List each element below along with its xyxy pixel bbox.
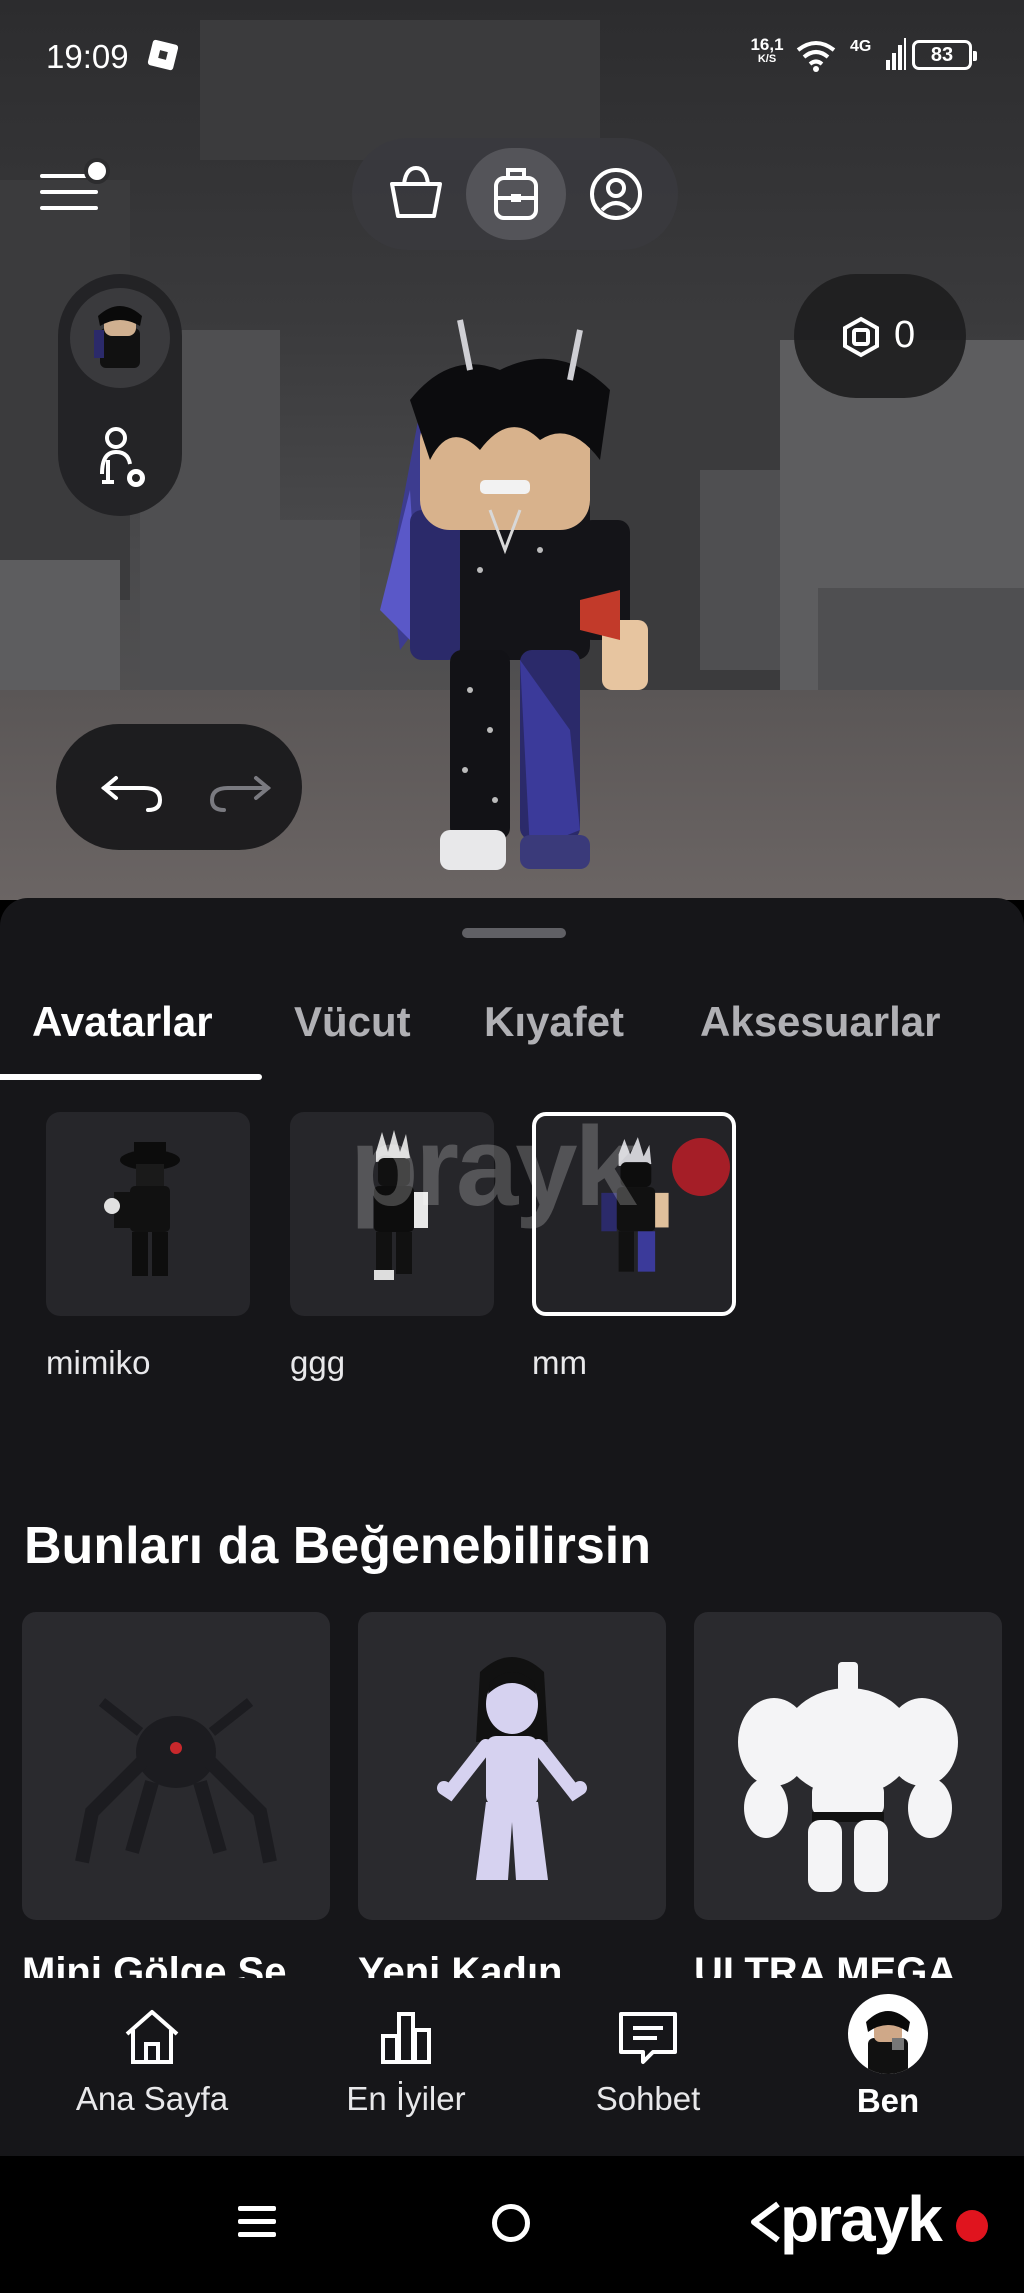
nav-label: Ben <box>856 2082 920 2119</box>
nav-home[interactable]: Ana Sayfa <box>42 2002 262 2118</box>
recommendation-thumbnail <box>358 1612 666 1920</box>
recommendation-item[interactable]: Yeni Kadın <box>358 1612 666 1978</box>
avatar-thumbnail <box>46 1112 250 1316</box>
profile-icon <box>590 168 642 220</box>
active-tab-indicator <box>0 1074 262 1080</box>
signal-icon <box>886 38 906 70</box>
avatar-name: mm <box>532 1344 587 1381</box>
watermark-logo: prayk <box>780 2183 943 2255</box>
roblox-notification-icon <box>147 39 179 71</box>
chat-icon <box>619 2012 677 2064</box>
scene-block <box>700 470 790 670</box>
inventory-tab[interactable] <box>466 148 566 240</box>
shadow-creature-image <box>75 1698 277 1864</box>
wifi-icon <box>796 41 836 72</box>
robux-value: 0 <box>894 314 916 356</box>
avatar-mimiko-image <box>104 1142 180 1276</box>
home-button[interactable] <box>492 2204 530 2242</box>
tab-kiyafet[interactable]: Kıyafet <box>484 998 624 1046</box>
recent-apps-line <box>238 2206 276 2211</box>
scene-block <box>0 560 120 710</box>
avatar-name: mimiko <box>46 1344 151 1381</box>
menu-line <box>40 190 98 194</box>
recommendation-title: Mini Gölge Se <box>22 1950 287 1978</box>
recommendations-list: Mini Gölge Se Yeni Kadın ULTRA MEGA <box>0 1612 1024 1978</box>
recommendation-item[interactable]: ULTRA MEGA <box>694 1612 1002 1978</box>
female-body-image <box>437 1657 587 1880</box>
status-time: 19:09 <box>46 38 129 75</box>
home-icon <box>125 2010 179 2064</box>
redo-icon[interactable] <box>198 760 278 816</box>
shop-tab[interactable] <box>366 148 466 240</box>
recent-apps-line <box>238 2219 276 2224</box>
notification-dot <box>84 158 110 184</box>
speed-unit: K/S <box>757 53 777 65</box>
undo-icon[interactable] <box>94 760 174 816</box>
recommendation-title: ULTRA MEGA <box>694 1950 957 1978</box>
watermark-overlay: prayk <box>350 1104 637 1229</box>
inventory-icon <box>494 168 538 220</box>
speed-value: 16,1 <box>750 35 784 54</box>
undo-redo-pill <box>56 724 302 850</box>
avatar-figure[interactable] <box>370 310 670 890</box>
nav-label: Sohbet <box>595 2080 701 2117</box>
recommendation-title: Yeni Kadın <box>358 1950 563 1978</box>
top-segmented-control <box>352 138 678 250</box>
bottom-navigation: Ana Sayfa En İyiler Sohbet Ben <box>0 1984 1024 2156</box>
avatar-editor-sheet: Avatarlar Vücut Kıyafet Aksesuarlar mimi… <box>0 898 1024 2156</box>
nav-me[interactable]: Ben <box>778 1994 998 2120</box>
avatar-item[interactable]: mimiko <box>46 1112 250 1381</box>
nav-label: Ana Sayfa <box>75 2080 229 2117</box>
battery-indicator: 83 <box>912 40 977 70</box>
network-speed: 16,1 K/S <box>748 36 786 65</box>
recent-apps-line <box>238 2232 276 2237</box>
recommendations-title: Bunları da Beğenebilirsin <box>24 1517 652 1575</box>
network-type: 4G <box>850 38 872 55</box>
sheet-drag-handle[interactable] <box>462 928 566 938</box>
nav-chat[interactable]: Sohbet <box>538 2002 758 2118</box>
current-avatar-thumbnail[interactable] <box>70 288 170 388</box>
shop-icon <box>390 165 442 218</box>
category-tabs: Avatarlar Vücut Kıyafet Aksesuarlar <box>0 998 1024 1084</box>
avatar-thumb-icon <box>94 306 142 368</box>
avatar-settings-icon[interactable] <box>94 424 150 494</box>
avatar-options-pill <box>58 274 182 516</box>
watermark-logo-dot <box>956 2210 988 2242</box>
user-avatar-image <box>866 2011 910 2074</box>
watermark-arrow-icon <box>751 2201 780 2243</box>
charts-icon <box>381 2012 431 2064</box>
menu-line <box>40 206 98 210</box>
tab-vucut[interactable]: Vücut <box>294 998 411 1046</box>
recommendation-thumbnail <box>22 1612 330 1920</box>
recommendation-item[interactable]: Mini Gölge Se <box>22 1612 330 1978</box>
avatar-icon <box>848 1994 928 2074</box>
robux-icon <box>843 316 879 358</box>
avatar-preview-scene[interactable]: 19:09 16,1 K/S 4G 83 0 <box>0 0 1024 900</box>
robux-balance[interactable]: 0 <box>794 274 966 398</box>
scene-block <box>270 520 360 700</box>
profile-tab[interactable] <box>566 148 666 240</box>
nav-charts[interactable]: En İyiler <box>296 2002 516 2118</box>
recent-apps-button[interactable] <box>238 2202 278 2242</box>
avatar-name: ggg <box>290 1344 346 1381</box>
muscle-body-image <box>738 1662 958 1892</box>
status-bar: 19:09 16,1 K/S 4G 83 <box>0 0 1024 112</box>
watermark-dot <box>672 1138 730 1196</box>
nav-label: En İyiler <box>346 2080 466 2117</box>
recommendation-thumbnail <box>694 1612 1002 1920</box>
tab-aksesuarlar[interactable]: Aksesuarlar <box>700 998 941 1046</box>
tab-avatarlar[interactable]: Avatarlar <box>32 998 213 1046</box>
